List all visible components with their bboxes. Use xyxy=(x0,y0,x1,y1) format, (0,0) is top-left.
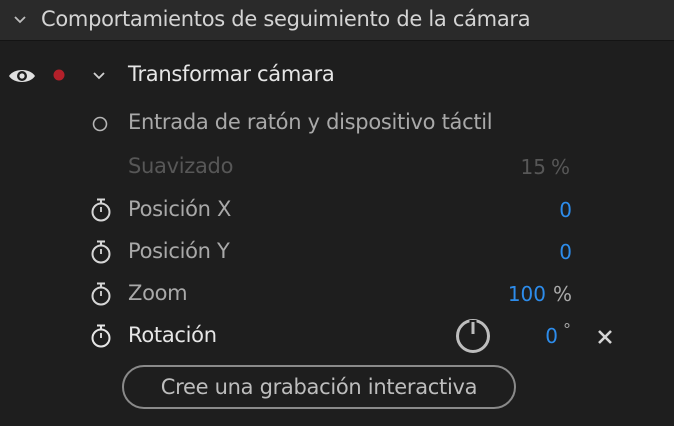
position-y-value[interactable]: 0 xyxy=(520,240,572,264)
record-dot-icon[interactable] xyxy=(53,69,65,81)
zoom-value[interactable]: 100 xyxy=(496,282,546,306)
power-icon[interactable] xyxy=(454,317,492,355)
rotation-label: Rotación xyxy=(128,323,217,347)
stopwatch-icon[interactable] xyxy=(90,324,112,348)
section-header[interactable]: Comportamientos de seguimiento de la cám… xyxy=(0,0,674,41)
position-x-label: Posición X xyxy=(128,197,232,221)
rotation-unit: ° xyxy=(563,320,571,339)
close-icon[interactable] xyxy=(596,328,614,346)
rotation-value[interactable]: 0 xyxy=(520,324,558,348)
zoom-label: Zoom xyxy=(128,281,188,305)
position-y-label: Posición Y xyxy=(128,239,230,263)
create-interactive-recording-button[interactable]: Cree una grabación interactiva xyxy=(122,365,516,409)
stopwatch-icon[interactable] xyxy=(90,240,112,264)
stopwatch-icon[interactable] xyxy=(90,198,112,222)
stopwatch-icon[interactable] xyxy=(90,282,112,306)
position-x-value[interactable]: 0 xyxy=(520,198,572,222)
camera-tracking-panel: Comportamientos de seguimiento de la cám… xyxy=(0,0,674,426)
zoom-unit: % xyxy=(553,282,573,306)
section-title: Comportamientos de seguimiento de la cám… xyxy=(41,7,531,31)
smoothing-value: 15 xyxy=(520,155,546,179)
radio-option-label[interactable]: Entrada de ratón y dispositivo táctil xyxy=(128,110,493,134)
smoothing-label: Suavizado xyxy=(128,154,234,178)
eye-icon[interactable] xyxy=(8,66,36,86)
chevron-down-icon[interactable] xyxy=(12,12,28,28)
group-title: Transformar cámara xyxy=(128,62,335,86)
radio-button-icon[interactable] xyxy=(92,116,108,132)
smoothing-unit: % xyxy=(551,155,571,179)
chevron-down-icon[interactable] xyxy=(91,68,107,84)
